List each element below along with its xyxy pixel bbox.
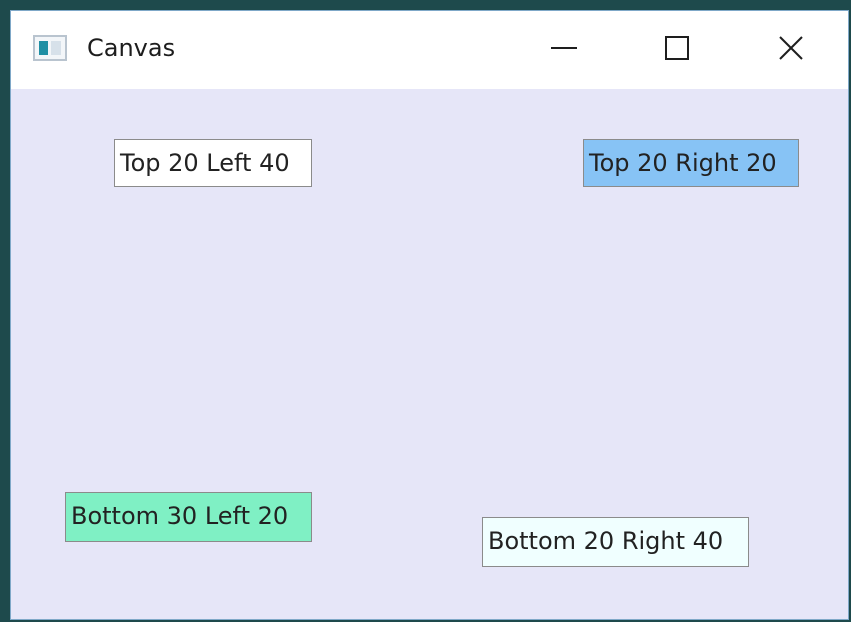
minimize-button[interactable] xyxy=(541,29,587,67)
window-title: Canvas xyxy=(87,34,176,62)
close-button[interactable] xyxy=(768,29,814,67)
title-bar[interactable]: Canvas xyxy=(11,11,848,89)
label-top-left: Top 20 Left 40 xyxy=(114,139,312,187)
maximize-icon xyxy=(665,36,689,60)
close-icon xyxy=(779,36,803,60)
label-bottom-left: Bottom 30 Left 20 xyxy=(65,492,312,542)
minimize-icon xyxy=(551,47,577,49)
label-bottom-right: Bottom 20 Right 40 xyxy=(482,517,749,567)
maximize-button[interactable] xyxy=(654,29,700,67)
canvas-area: Top 20 Left 40 Top 20 Right 20 Bottom 30… xyxy=(11,89,848,619)
label-top-right: Top 20 Right 20 xyxy=(583,139,799,187)
app-window-icon xyxy=(33,35,67,61)
canvas-window: Canvas Top 20 Left 40 Top 20 Right 20 Bo… xyxy=(10,10,849,620)
